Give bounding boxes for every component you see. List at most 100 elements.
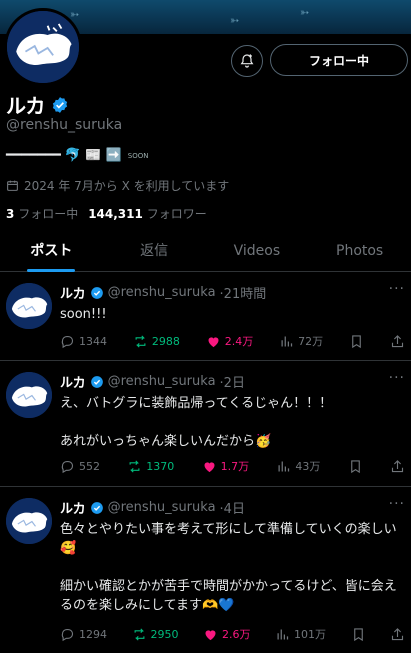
post-avatar[interactable] xyxy=(6,372,52,418)
post-timestamp[interactable]: ·21時間 xyxy=(220,283,267,302)
repost-button[interactable]: 2988 xyxy=(133,334,180,349)
verified-badge-icon xyxy=(90,375,103,388)
notification-subscribe-button[interactable] xyxy=(231,45,263,77)
following-link[interactable]: 3 フォロー中 xyxy=(6,205,78,222)
fish-decoration: ➳ xyxy=(70,8,80,21)
bookmark-icon xyxy=(350,459,360,473)
profile-avatar[interactable] xyxy=(4,8,82,86)
post-item[interactable]: ルカ @renshu_suruka ·4日 ··· 色々とやりたい事を考えて形に… xyxy=(0,488,411,653)
bookmark-button[interactable] xyxy=(349,334,364,349)
post-author-name[interactable]: ルカ xyxy=(60,498,86,517)
share-button[interactable] xyxy=(390,459,405,474)
post-author-name[interactable]: ルカ xyxy=(60,372,86,391)
post-author-handle[interactable]: @renshu_suruka xyxy=(108,285,216,300)
joined-text: 2024 年 7月から X を利用しています xyxy=(24,179,230,193)
post-item[interactable]: ルカ @renshu_suruka ·2日 ··· え、バトグラに装飾品帰ってく… xyxy=(0,362,411,487)
post-actions: 1294 2950 2.6万 101万 xyxy=(60,626,405,642)
post-timestamp[interactable]: ·2日 xyxy=(220,372,245,391)
like-button[interactable]: 2.6万 xyxy=(203,626,251,642)
reply-button[interactable]: 1294 xyxy=(60,627,107,642)
reply-count: 1294 xyxy=(79,627,107,641)
share-icon xyxy=(391,627,404,640)
followers-label: フォロワー xyxy=(146,207,207,221)
post-author-handle[interactable]: @renshu_suruka xyxy=(108,374,216,389)
share-button[interactable] xyxy=(390,334,405,349)
follow-counts: 3 フォロー中 144,311 フォロワー xyxy=(6,205,207,222)
verified-badge-icon xyxy=(90,286,103,299)
analytics-icon xyxy=(277,629,289,639)
post-actions: 1344 2988 2.4万 72万 xyxy=(60,333,405,349)
like-count: 1.7万 xyxy=(220,460,250,473)
profile-name-row: ルカ xyxy=(6,90,69,119)
verified-badge-icon[interactable] xyxy=(51,96,69,114)
heart-icon xyxy=(205,629,216,640)
tab-videos[interactable]: Videos xyxy=(206,232,309,271)
bookmark-button[interactable] xyxy=(348,459,363,474)
tab-photos[interactable]: Photos xyxy=(308,232,411,271)
repost-button[interactable]: 2950 xyxy=(132,627,179,642)
reply-icon xyxy=(61,628,74,641)
bio-soon: SOON xyxy=(127,151,149,160)
share-button[interactable] xyxy=(390,627,405,642)
share-icon xyxy=(391,459,404,472)
bell-plus-icon xyxy=(240,54,254,68)
post-author-handle[interactable]: @renshu_suruka xyxy=(108,500,216,515)
bookmark-icon xyxy=(352,334,361,348)
profile-name: ルカ xyxy=(6,94,46,118)
profile-bio: ━━━━━━━ 🐬 📰 ➡️ SOON xyxy=(6,148,148,163)
repost-count: 2988 xyxy=(151,334,180,348)
post-timestamp[interactable]: ·4日 xyxy=(220,498,245,517)
fish-decoration: ➳ xyxy=(230,14,240,27)
post-avatar[interactable] xyxy=(6,498,52,544)
like-count: 2.4万 xyxy=(224,335,254,348)
verified-badge-icon xyxy=(90,501,103,514)
more-options-icon[interactable]: ··· xyxy=(389,370,405,386)
post-item[interactable]: ルカ @renshu_suruka ·21時間 ··· soon!!! 1344… xyxy=(0,273,411,361)
share-icon xyxy=(391,334,404,347)
tab-posts[interactable]: ポスト xyxy=(0,232,103,271)
following-label: フォロー中 xyxy=(18,207,79,221)
reply-count: 552 xyxy=(79,459,100,473)
reply-icon xyxy=(61,335,74,348)
repost-button[interactable]: 1370 xyxy=(127,459,174,474)
avatar-image xyxy=(6,498,52,544)
post-header: ルカ @renshu_suruka ·4日 xyxy=(60,498,245,517)
post-author-name[interactable]: ルカ xyxy=(60,283,86,302)
more-options-icon[interactable]: ··· xyxy=(389,281,405,297)
tab-replies[interactable]: 返信 xyxy=(103,232,206,271)
like-button[interactable]: 2.4万 xyxy=(206,333,254,349)
profile-tabs: ポスト 返信 Videos Photos xyxy=(0,232,411,272)
post-header: ルカ @renshu_suruka ·2日 xyxy=(60,372,245,391)
post-avatar[interactable] xyxy=(6,283,52,329)
reply-icon xyxy=(61,460,74,473)
more-options-icon[interactable]: ··· xyxy=(389,496,405,512)
repost-icon xyxy=(129,459,140,473)
like-count: 2.6万 xyxy=(222,628,251,641)
avatar-image xyxy=(6,372,52,418)
views-button[interactable]: 101万 xyxy=(275,626,326,642)
following-count: 3 xyxy=(6,207,15,221)
views-count: 101万 xyxy=(294,628,326,641)
views-button[interactable]: 72万 xyxy=(279,333,323,349)
reply-button[interactable]: 552 xyxy=(60,459,100,474)
views-count: 43万 xyxy=(295,460,321,473)
reply-button[interactable]: 1344 xyxy=(60,334,107,349)
fish-decoration: ➳ xyxy=(300,6,310,19)
analytics-icon xyxy=(278,461,290,471)
analytics-icon xyxy=(281,336,293,346)
followers-count: 144,311 xyxy=(88,207,143,221)
views-button[interactable]: 43万 xyxy=(276,458,320,474)
profile-handle: @renshu_suruka xyxy=(6,117,123,133)
post-text: soon!!! xyxy=(60,307,107,322)
bookmark-button[interactable] xyxy=(351,627,366,642)
followers-link[interactable]: 144,311 フォロワー xyxy=(88,205,207,222)
post-text: え、バトグラに装飾品帰ってくるじゃん！！！ あれがいっちゃん楽しいんだから🥳 xyxy=(60,396,333,449)
like-button[interactable]: 1.7万 xyxy=(202,458,250,474)
calendar-icon xyxy=(7,180,18,191)
post-text: 色々とやりたい事を考えて形にして準備していくの楽しい🥰 細かい確認とかが苦手で時… xyxy=(60,522,397,613)
following-button[interactable]: フォロー中 xyxy=(270,44,408,76)
reply-count: 1344 xyxy=(79,334,107,348)
repost-count: 2950 xyxy=(150,627,179,641)
repost-icon xyxy=(135,334,146,348)
profile-joined: 2024 年 7月から X を利用しています xyxy=(6,177,229,194)
